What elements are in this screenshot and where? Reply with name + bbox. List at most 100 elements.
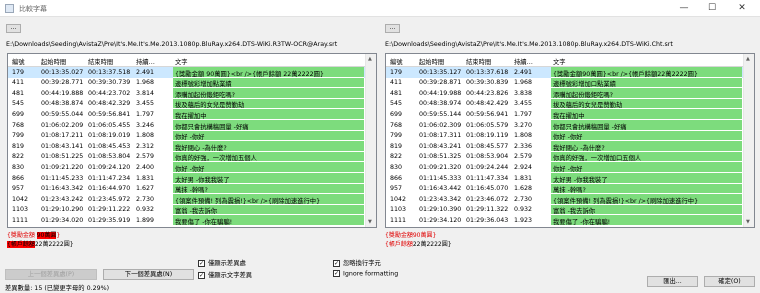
left-subtitle-grid[interactable]: 編號 起始時間 結束時間 持續… 文字 179 00:13:35.027 00:13…	[7, 53, 377, 228]
cell-duration: 3.814	[136, 89, 155, 97]
cell-text: 萬抹 -幹嗎?	[173, 183, 364, 195]
export-button[interactable]: 匯出...	[647, 276, 698, 287]
cell-end: 01:08:19.119	[466, 132, 509, 140]
cell-number: 768	[12, 121, 25, 129]
cell-duration: 2.491	[136, 68, 155, 76]
show-only-text-differences-checkbox[interactable]: ✓ 僅顯示文字差異	[198, 270, 252, 279]
right-subtitle-grid[interactable]: 編號 起始時間 結束時間 持續… 文字 179 00:13:35.127 00:13…	[385, 53, 755, 228]
col-start[interactable]: 起始時間	[41, 57, 66, 66]
table-row[interactable]: 1103 01:29:10.390 01:29:11.322 0.932 富翁 -我去訴…	[386, 204, 744, 216]
table-row[interactable]: 830 01:09:21.220 01:09:24.120 2.400 你好 -你好	[8, 162, 366, 173]
cell-text: 富翁 -我去訴你	[551, 204, 742, 216]
maximize-button[interactable]: ☐	[701, 2, 723, 15]
cell-number: 1111	[12, 216, 29, 224]
browse-left-button[interactable]: ...	[6, 24, 21, 33]
table-row[interactable]: 481 00:44:19.988 00:44:23.826 3.838 添購加起份鍛鉅吃…	[386, 88, 744, 99]
cell-text: 你好 -你好	[173, 130, 364, 142]
table-row[interactable]: 822 01:08:51.325 01:08:53.904 2.579 你真的好強，一次…	[386, 151, 744, 163]
ignore-formatting-checkbox[interactable]: ✓ Ignore formatting	[333, 270, 398, 278]
scroll-up-arrow-icon[interactable]: ▲	[368, 56, 372, 62]
checkbox-box[interactable]: ✓	[198, 271, 205, 279]
left-vertical-scrollbar[interactable]: ▲ ▼	[365, 54, 376, 227]
cell-number: 830	[390, 163, 403, 171]
col-end[interactable]: 結束時間	[466, 57, 491, 66]
table-row[interactable]: 830 01:09:21.320 01:09:24.244 2.924 你好 -你好	[386, 162, 744, 173]
table-row[interactable]: 699 00:59:55.144 00:59:56.941 1.797 我在擢加中	[386, 109, 744, 120]
cell-number: 822	[12, 153, 25, 161]
cell-duration: 1.923	[514, 216, 533, 224]
cell-end: 00:13:37.518	[88, 68, 131, 76]
checkbox-box[interactable]: ✓	[333, 259, 340, 267]
cell-number: 699	[12, 110, 25, 118]
table-row[interactable]: 768 01:06:02.209 01:06:05.455 3.246 你都只會抗構稿囲…	[8, 120, 366, 131]
cell-start: 01:09:21.220	[41, 163, 84, 171]
ok-button[interactable]: 確定(O)	[704, 276, 755, 287]
grid-header: 編號 起始時間 結束時間 持續… 文字	[8, 54, 376, 67]
table-row[interactable]: 799 01:08:17.211 01:08:19.019 1.808 你好 -你好	[8, 130, 366, 142]
close-button[interactable]: ✕	[731, 2, 753, 15]
right-vertical-scrollbar[interactable]: ▲ ▼	[743, 54, 754, 227]
checkbox-box[interactable]: ✓	[333, 270, 340, 277]
cell-duration: 0.932	[514, 206, 533, 214]
table-row[interactable]: 179 00:13:35.027 00:13:37.518 2.491 {獎勵金額 90…	[8, 67, 366, 78]
table-row[interactable]: 1042 01:23:43.242 01:23:45.972 2.730 {領案件預備!…	[8, 194, 366, 205]
col-end[interactable]: 結束時間	[88, 57, 113, 66]
table-row[interactable]: 768 01:06:02.309 01:06:05.579 3.270 你都只會抗構稿囲…	[386, 120, 744, 131]
grid-header: 編號 起始時間 結束時間 持續… 文字	[386, 54, 754, 67]
cell-start: 00:13:35.127	[419, 68, 462, 76]
cell-end: 00:59:56.941	[466, 110, 509, 118]
table-row[interactable]: 819 01:08:43.141 01:08:45.453 2.312 我好閉心 -為什…	[8, 141, 366, 152]
cell-number: 819	[12, 142, 25, 150]
table-row[interactable]: 1042 01:23:43.342 01:23:46.072 2.730 {領案件預備!…	[386, 194, 744, 205]
highlight-segment: 22萬2222圓}	[412, 240, 452, 248]
table-row[interactable]: 957 01:16:43.342 01:16:44.970 1.627 萬抹 -幹嗎?	[8, 183, 366, 195]
col-duration[interactable]: 持續…	[136, 57, 155, 66]
cell-text: 拔及蘊后的女兒是赞勤劫	[173, 98, 364, 110]
checkbox-box[interactable]: ✓	[198, 259, 205, 267]
next-difference-button[interactable]: 下一個差異處(N)	[103, 269, 194, 280]
table-row[interactable]: 866 01:11:45.233 01:11:47.234 1.831 太好男 -你我我…	[8, 173, 366, 184]
cell-duration: 3.455	[136, 100, 155, 108]
cell-start: 00:39:28.871	[419, 79, 462, 87]
col-number[interactable]: 編號	[390, 57, 403, 66]
table-row[interactable]: 411 00:39:28.871 00:39:30.839 1.968 邊標號彩增加口點…	[386, 77, 744, 89]
ignore-whitespace-checkbox[interactable]: ✓ 忽略換行字元	[333, 258, 381, 267]
cell-number: 411	[390, 79, 403, 87]
cell-number: 1103	[390, 206, 407, 214]
cell-start: 01:08:17.311	[419, 132, 462, 140]
table-row[interactable]: 799 01:08:17.311 01:08:19.119 1.808 你好 -你好	[386, 130, 744, 142]
col-text[interactable]: 文字	[553, 57, 566, 66]
cell-start: 01:29:10.290	[41, 206, 84, 214]
cell-number: 179	[12, 68, 25, 76]
table-row[interactable]: 545 00:48:38.874 00:48:42.329 3.455 拔及蘊后的女兒是…	[8, 98, 366, 110]
table-row[interactable]: 545 00:48:38.974 00:48:42.429 3.455 拔及蘊后的女兒是…	[386, 98, 744, 110]
table-row[interactable]: 411 00:39:28.771 00:39:30.739 1.968 邊標號彩增加點業…	[8, 77, 366, 89]
previous-difference-button[interactable]: 上一個差異處(P)	[5, 269, 97, 280]
table-row[interactable]: 819 01:08:43.241 01:08:45.577 2.336 我好閉心 -為什…	[386, 141, 744, 152]
highlight-line: {帳戶餘額22萬2222圓}	[7, 240, 377, 250]
table-row[interactable]: 179 00:13:35.127 00:13:37.618 2.491 {獎勵金額90萬…	[386, 67, 744, 78]
scroll-down-arrow-icon[interactable]: ▼	[368, 219, 372, 225]
table-row[interactable]: 1103 01:29:10.290 01:29:11.222 0.932 富翁 -我去訴…	[8, 204, 366, 216]
cell-text: 你好 -你好	[551, 162, 742, 173]
cell-number: 411	[12, 79, 25, 87]
col-start[interactable]: 起始時間	[419, 57, 444, 66]
cell-end: 01:29:35.919	[88, 216, 131, 224]
scroll-down-arrow-icon[interactable]: ▼	[746, 219, 750, 225]
table-row[interactable]: 699 00:59:55.044 00:59:56.841 1.797 我在擢加中	[8, 109, 366, 120]
table-row[interactable]: 957 01:16:43.442 01:16:45.070 1.628 萬抹 -幹嗎?	[386, 183, 744, 195]
browse-right-button[interactable]: ...	[385, 24, 400, 33]
table-row[interactable]: 1111 01:29:34.020 01:29:35.919 1.899 我要傷了 -你…	[8, 215, 366, 226]
col-number[interactable]: 編號	[12, 57, 25, 66]
show-only-differences-checkbox[interactable]: ✓ 僅顯示差異處	[198, 258, 246, 267]
scroll-up-arrow-icon[interactable]: ▲	[746, 56, 750, 62]
table-row[interactable]: 822 01:08:51.225 01:08:53.804 2.579 你真的好強，一次…	[8, 151, 366, 163]
minimize-button[interactable]: —	[673, 2, 695, 15]
col-text[interactable]: 文字	[175, 57, 188, 66]
cell-start: 01:16:43.342	[41, 185, 84, 193]
col-duration[interactable]: 持續…	[514, 57, 533, 66]
table-row[interactable]: 1111 01:29:34.120 01:29:36.043 1.923 我要傷了 -你…	[386, 215, 744, 226]
cell-start: 00:48:38.974	[419, 100, 462, 108]
table-row[interactable]: 481 00:44:19.888 00:44:23.702 3.814 添購加起份鍛鉅吃…	[8, 88, 366, 99]
table-row[interactable]: 866 01:11:45.333 01:11:47.334 1.831 太好男 -你我我…	[386, 173, 744, 184]
